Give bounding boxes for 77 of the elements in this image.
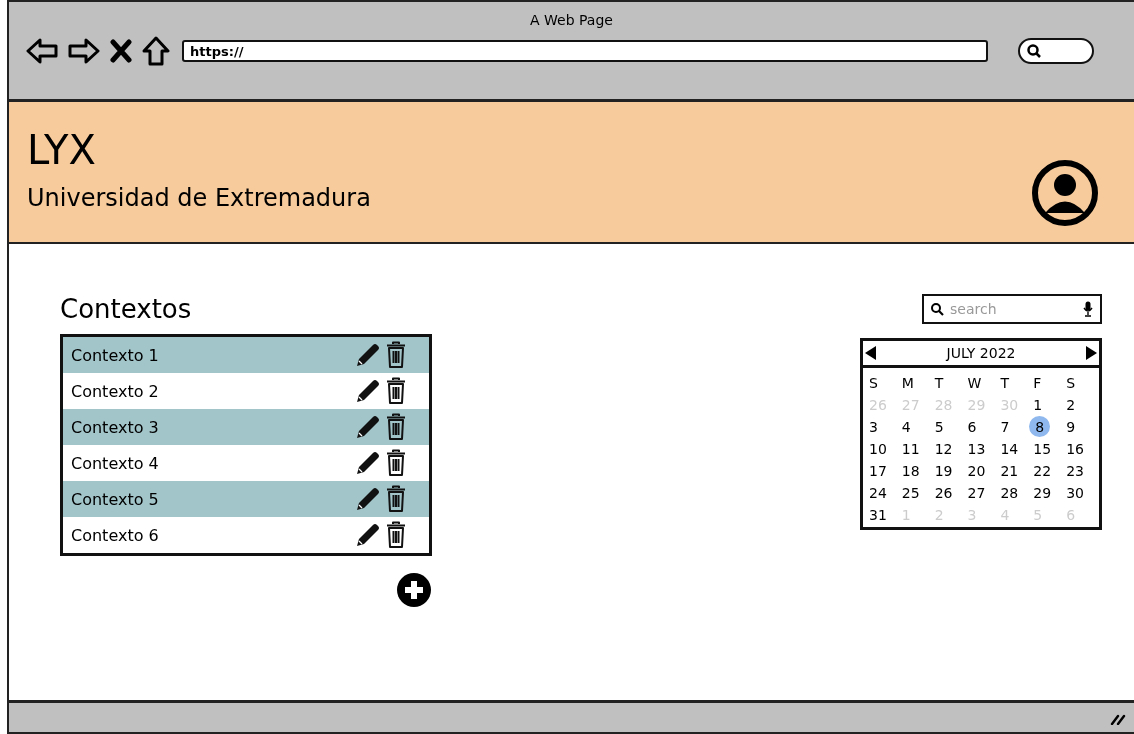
- calendar-day[interactable]: 17: [867, 460, 900, 481]
- calendar-day[interactable]: 8: [1029, 416, 1051, 437]
- weekday-label: F: [1032, 373, 1043, 393]
- context-label: Contexto 1: [71, 345, 159, 365]
- trash-icon[interactable]: [385, 413, 407, 441]
- back-icon[interactable]: [26, 38, 58, 64]
- weekday-label: S: [868, 373, 879, 393]
- search-field[interactable]: search: [922, 294, 1102, 324]
- calendar-day[interactable]: 2: [1064, 394, 1097, 415]
- pencil-icon[interactable]: [355, 414, 381, 440]
- search-icon: [930, 302, 944, 316]
- calendar-day[interactable]: 26: [932, 482, 966, 503]
- trash-icon[interactable]: [385, 485, 407, 513]
- header-subtitle: Universidad de Extremadura: [27, 184, 371, 212]
- context-label: Contexto 3: [71, 417, 159, 437]
- calendar-day[interactable]: 11: [899, 438, 933, 459]
- search-icon: [1026, 43, 1042, 59]
- calendar-day[interactable]: 20: [965, 460, 999, 481]
- calendar-day[interactable]: 25: [899, 482, 933, 503]
- calendar-day[interactable]: 27: [965, 482, 999, 503]
- trash-icon[interactable]: [385, 449, 407, 477]
- context-row[interactable]: Contexto 3: [63, 409, 429, 445]
- calendar-day[interactable]: 1: [1031, 394, 1065, 415]
- trash-icon[interactable]: [385, 521, 407, 549]
- calendar-day[interactable]: 29: [1031, 482, 1065, 503]
- calendar-day[interactable]: 30: [1064, 482, 1097, 503]
- calendar-day[interactable]: 12: [932, 438, 966, 459]
- trash-icon[interactable]: [385, 377, 407, 405]
- pencil-icon[interactable]: [355, 342, 381, 368]
- calendar-day[interactable]: 15: [1031, 438, 1065, 459]
- calendar-day[interactable]: 9: [1064, 416, 1097, 437]
- next-month-icon[interactable]: [1085, 346, 1097, 360]
- section-title: Contextos: [60, 294, 193, 324]
- calendar-day[interactable]: 10: [867, 438, 900, 459]
- pencil-icon[interactable]: [355, 450, 381, 476]
- calendar-day[interactable]: 18: [899, 460, 933, 481]
- calendar-day[interactable]: 16: [1064, 438, 1097, 459]
- forward-icon[interactable]: [68, 38, 100, 64]
- close-icon[interactable]: [110, 39, 132, 63]
- calendar-day[interactable]: 6: [965, 416, 999, 437]
- context-label: Contexto 6: [71, 525, 159, 545]
- calendar-day[interactable]: 3: [867, 416, 900, 437]
- calendar-day[interactable]: 23: [1064, 460, 1097, 481]
- pencil-icon[interactable]: [355, 486, 381, 512]
- calendar-day[interactable]: 28: [998, 482, 1032, 503]
- month-label: JULY 2022: [946, 345, 1016, 361]
- weekday-label: T: [999, 373, 1010, 393]
- logo-text: LYX: [27, 126, 97, 174]
- calendar-day[interactable]: 21: [998, 460, 1032, 481]
- trash-icon[interactable]: [385, 341, 407, 369]
- calendar-day[interactable]: 22: [1031, 460, 1065, 481]
- user-avatar-icon[interactable]: [1032, 160, 1098, 226]
- context-label: Contexto 2: [71, 381, 159, 401]
- context-label: Contexto 4: [71, 453, 159, 473]
- calendar-day[interactable]: 14: [998, 438, 1032, 459]
- window-title: A Web Page: [529, 12, 614, 28]
- calendar-day[interactable]: 31: [867, 504, 900, 525]
- previous-month-icon[interactable]: [865, 346, 877, 360]
- calendar-day[interactable]: 19: [932, 460, 966, 481]
- calendar-day[interactable]: 5: [932, 416, 966, 437]
- browser-search-field[interactable]: [1018, 38, 1094, 64]
- calendar-day[interactable]: 4: [899, 416, 933, 437]
- weekday-label: W: [966, 373, 983, 393]
- context-label: Contexto 5: [71, 489, 159, 509]
- address-bar[interactable]: https://: [182, 40, 988, 62]
- calendar-day[interactable]: 24: [867, 482, 900, 503]
- microphone-icon[interactable]: [1083, 301, 1093, 317]
- weekday-label: M: [900, 373, 915, 393]
- weekday-label: T: [933, 373, 945, 393]
- calendar-day[interactable]: 7: [998, 416, 1032, 437]
- pencil-icon[interactable]: [355, 378, 381, 404]
- context-row[interactable]: Contexto 5: [63, 481, 429, 517]
- pencil-icon[interactable]: [355, 522, 381, 548]
- context-row[interactable]: Contexto 1: [63, 337, 429, 373]
- weekday-label: S: [1065, 373, 1077, 393]
- add-icon[interactable]: [396, 572, 432, 608]
- calendar-day[interactable]: 13: [965, 438, 999, 459]
